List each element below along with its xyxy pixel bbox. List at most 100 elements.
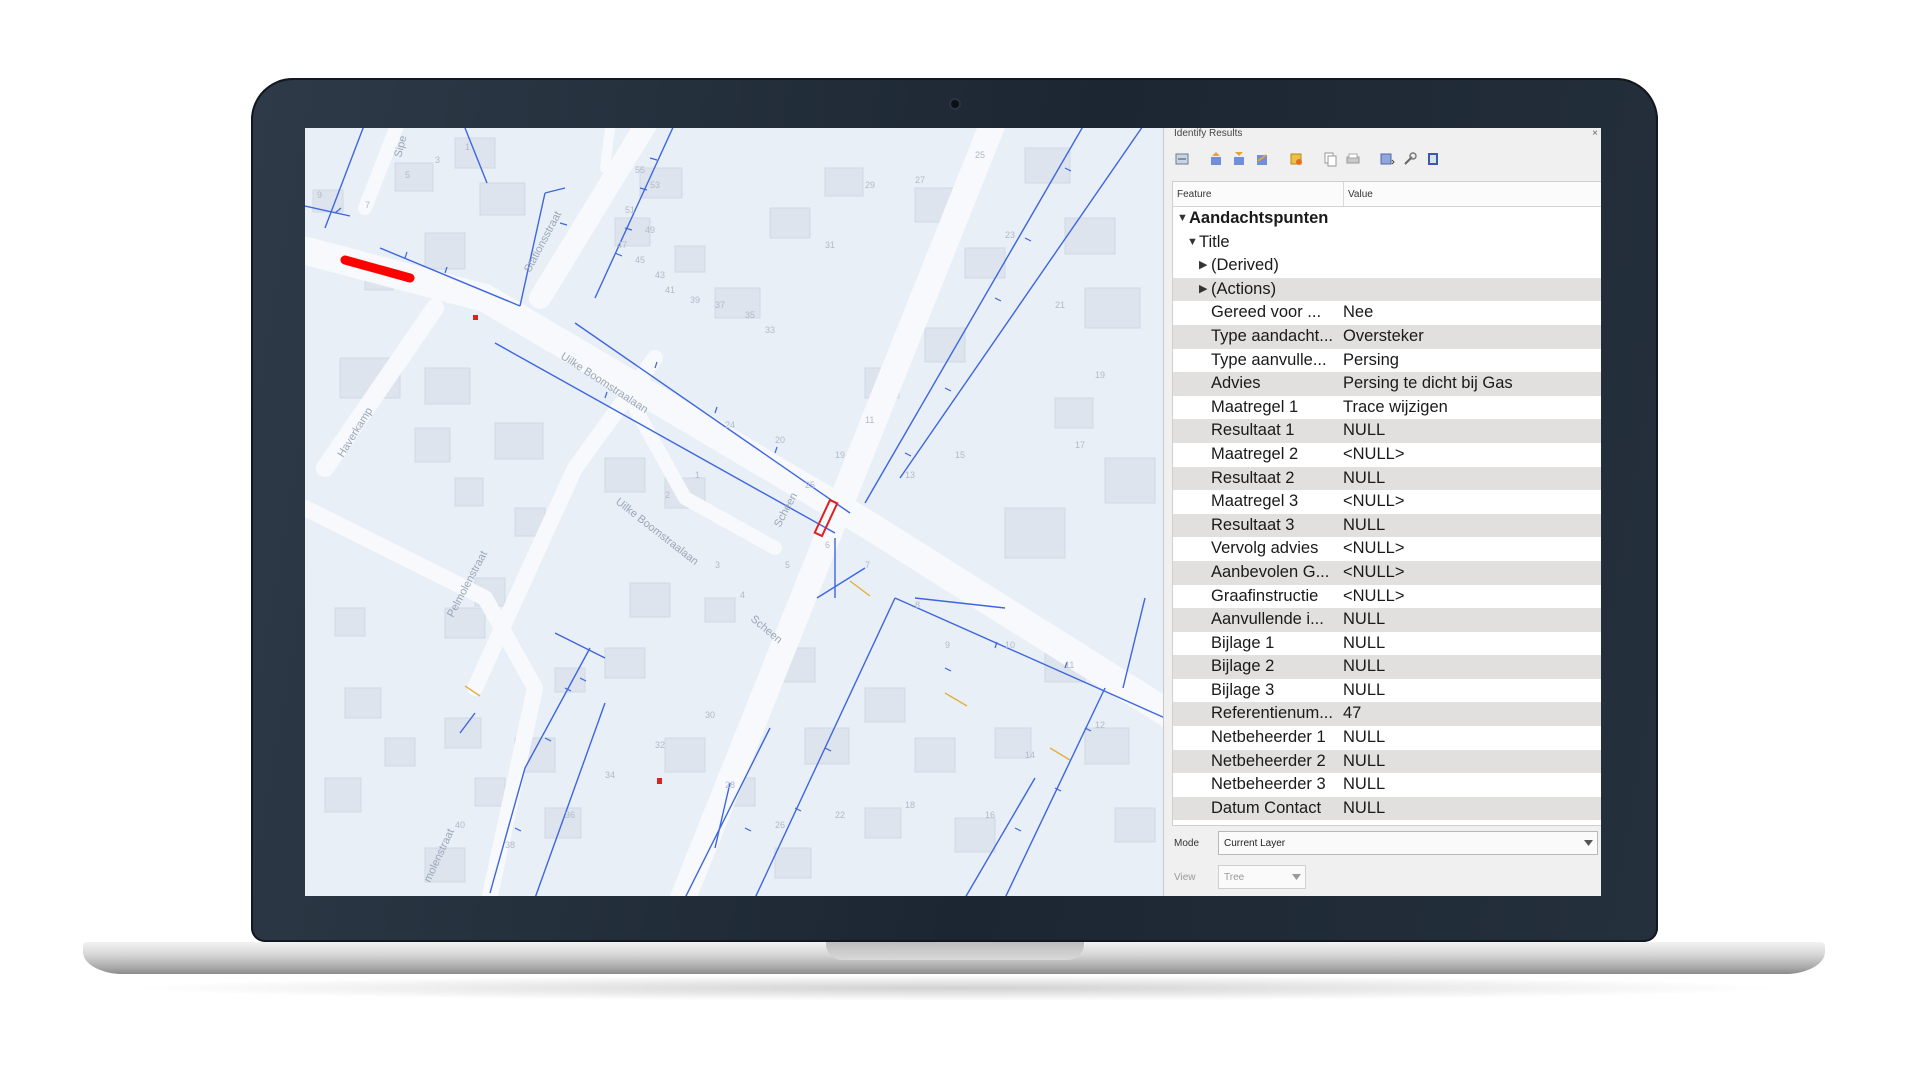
house-number: 17 (1075, 440, 1085, 450)
attribute-value: Oversteker (1343, 326, 1424, 345)
house-number: 3 (715, 560, 720, 570)
map-canvas[interactable]: Sipe Stationsstraat Uilke Boomstraalaan … (305, 128, 1163, 896)
attribute-value: NULL (1343, 610, 1386, 629)
attribute-row[interactable]: Resultaat 1 NULL (1173, 419, 1601, 443)
attribute-row[interactable]: Aanbevolen G... <NULL> (1173, 560, 1601, 585)
attribute-value: NULL (1343, 468, 1386, 487)
house-number: 1 (465, 142, 470, 152)
attribute-row[interactable]: Advies Persing te dicht bij Gas (1173, 372, 1601, 396)
house-number: 16 (985, 810, 995, 820)
clear-results-icon[interactable] (1286, 149, 1306, 169)
attribute-value: Nee (1343, 303, 1374, 322)
attribute-row[interactable]: Resultaat 3 NULL (1173, 513, 1601, 538)
attribute-row[interactable]: Vervolg advies <NULL> (1173, 537, 1601, 561)
attribute-list: Gereed voor ... Nee Type aandacht... Overst… (1173, 301, 1601, 821)
attribute-value: NULL (1343, 657, 1386, 676)
chevron-down-icon[interactable]: ▼ (1177, 207, 1188, 231)
attribute-key: Netbeheerder 3 (1211, 775, 1326, 794)
attribute-row[interactable]: Maatregel 2 <NULL> (1173, 443, 1601, 467)
house-number: 23 (1005, 230, 1015, 240)
house-number: 55 (635, 165, 645, 175)
attribute-row[interactable]: Type aandacht... Oversteker (1173, 324, 1601, 349)
attribute-row[interactable]: Type aanvulle... Persing (1173, 349, 1601, 373)
mode-value: Current Layer (1224, 837, 1286, 849)
attribute-value: NULL (1343, 798, 1386, 817)
attribute-value: <NULL> (1343, 562, 1405, 581)
house-number: 1 (695, 470, 700, 480)
layer-node[interactable]: ▼ Aandachtspunten (1173, 207, 1601, 231)
attribute-key: Resultaat 3 (1211, 515, 1295, 534)
attribute-row[interactable]: Referentienum... 47 (1173, 702, 1601, 727)
identify-toolbar (1172, 148, 1443, 170)
derived-node[interactable]: ▶ (Derived) (1173, 254, 1601, 278)
attribute-row[interactable]: Datum Contact NULL (1173, 796, 1601, 821)
mode-select[interactable]: Current Layer (1218, 831, 1598, 855)
actions-node[interactable]: ▶ (Actions) (1173, 277, 1601, 302)
view-row: View Tree (1174, 864, 1598, 890)
house-number: 9 (945, 640, 950, 650)
house-number: 32 (655, 740, 665, 750)
chevron-down-icon (1292, 874, 1301, 880)
house-number: 13 (905, 470, 915, 480)
attribute-value: NULL (1343, 775, 1386, 794)
attribute-row[interactable]: Bijlage 2 NULL (1173, 655, 1601, 679)
attribute-key: Advies (1211, 374, 1261, 393)
attribute-row[interactable]: Netbeheerder 1 NULL (1173, 726, 1601, 750)
house-number: 53 (650, 180, 660, 190)
house-number: 6 (825, 540, 830, 550)
attribute-row[interactable]: Gereed voor ... Nee (1173, 301, 1601, 325)
mode-label: Mode (1174, 837, 1200, 849)
house-number: 18 (905, 800, 915, 810)
value-column-header[interactable]: Value (1344, 182, 1373, 206)
identify-settings-icon[interactable] (1400, 149, 1420, 169)
collapse-all-icon[interactable] (1229, 149, 1249, 169)
attribute-row[interactable]: Bijlage 3 NULL (1173, 679, 1601, 703)
attribute-row[interactable]: Maatregel 1 Trace wijzigen (1173, 396, 1601, 420)
attribute-value: 47 (1343, 704, 1362, 723)
house-number: 20 (775, 435, 785, 445)
house-number: 15 (955, 450, 965, 460)
attribute-key: Maatregel 1 (1211, 397, 1299, 416)
attribute-key: Referentienum... (1211, 704, 1333, 723)
chevron-down-icon[interactable]: ▼ (1187, 231, 1198, 255)
attribute-key: Bijlage 1 (1211, 633, 1275, 652)
house-number: 7 (865, 560, 870, 570)
attribute-row[interactable]: Maatregel 3 <NULL> (1173, 490, 1601, 514)
view-select[interactable]: Tree (1218, 865, 1306, 889)
webcam (951, 100, 959, 108)
house-number: 24 (725, 420, 735, 430)
attribute-row[interactable]: Bijlage 1 NULL (1173, 632, 1601, 656)
attribute-row[interactable]: Aanvullende i... NULL (1173, 608, 1601, 632)
results-tree[interactable]: Feature Value ▼ Aandachtspunten ▼ Title … (1172, 181, 1601, 826)
title-node[interactable]: ▼ Title (1173, 231, 1601, 255)
attribute-value: NULL (1343, 421, 1386, 440)
chevron-right-icon[interactable]: ▶ (1199, 254, 1207, 278)
attribute-key: Maatregel 3 (1211, 492, 1299, 511)
attribute-row[interactable]: Graafinstructie <NULL> (1173, 585, 1601, 609)
expand-all-icon[interactable] (1206, 149, 1226, 169)
attribute-row[interactable]: Netbeheerder 3 NULL (1173, 773, 1601, 797)
chevron-right-icon[interactable]: ▶ (1199, 278, 1207, 302)
help-icon[interactable] (1423, 149, 1443, 169)
expand-new-icon[interactable] (1252, 149, 1272, 169)
derived-label: (Derived) (1211, 256, 1279, 275)
house-number: 21 (1055, 300, 1065, 310)
attribute-row[interactable]: Resultaat 2 NULL (1173, 466, 1601, 491)
feature-column-header[interactable]: Feature (1173, 182, 1344, 206)
laptop-notch (826, 942, 1084, 960)
print-icon[interactable] (1343, 149, 1363, 169)
house-number: 5 (405, 170, 410, 180)
expand-tree-icon[interactable] (1172, 149, 1192, 169)
copy-feature-icon[interactable] (1320, 149, 1340, 169)
close-icon[interactable]: × (1592, 128, 1598, 139)
select-feature-icon[interactable] (1377, 149, 1397, 169)
house-number: 26 (775, 820, 785, 830)
attribute-value: Persing te dicht bij Gas (1343, 374, 1513, 393)
house-number: 37 (715, 300, 725, 310)
house-number: 34 (605, 770, 615, 780)
attribute-row[interactable]: Netbeheerder 2 NULL (1173, 749, 1601, 774)
attribute-key: Netbeheerder 1 (1211, 728, 1326, 747)
house-number: 12 (1095, 720, 1105, 730)
attribute-value: <NULL> (1343, 586, 1405, 605)
view-value: Tree (1224, 871, 1245, 883)
